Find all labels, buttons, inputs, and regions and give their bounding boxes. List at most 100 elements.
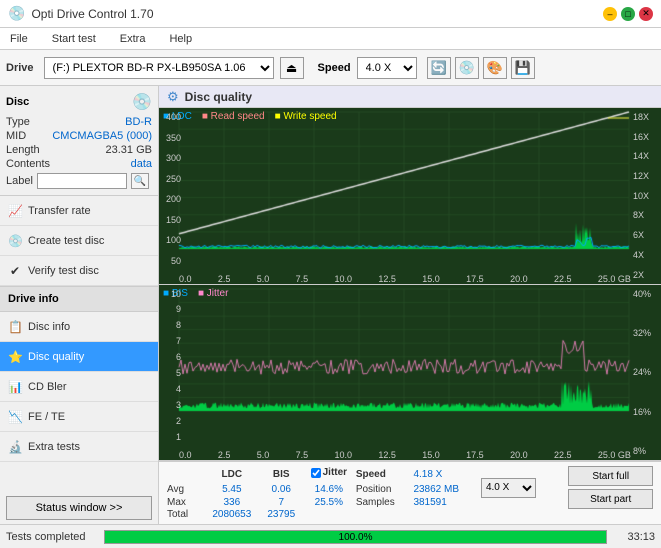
chart2-y-right: 40%32%24%16%8% [631, 285, 661, 461]
start-part-button[interactable]: Start part [568, 489, 653, 509]
content-area: ⚙ Disc quality ■ LDC ■ Read speed ■ Writ… [159, 86, 661, 524]
disc-section-label: Disc [6, 96, 29, 108]
refresh-button[interactable]: 🔄 [427, 57, 451, 79]
nav-disc-info[interactable]: 📋 Disc info [0, 312, 158, 342]
time-display: 33:13 [615, 531, 655, 543]
disc-header: Disc 💿 [6, 92, 152, 112]
drive-select[interactable]: (F:) PLEXTOR BD-R PX-LB950SA 1.06 [44, 57, 274, 79]
jitter-max: 25.5% [302, 496, 356, 509]
extra-tests-icon: 🔬 [8, 440, 22, 454]
status-text: Tests completed [6, 531, 96, 543]
main-layout: Disc 💿 Type BD-R MID CMCMAGBA5 (000) Len… [0, 86, 661, 524]
drive-info-header: Drive info [0, 286, 158, 312]
disc-type-row: Type BD-R [6, 116, 152, 128]
close-button[interactable]: ✕ [639, 7, 653, 21]
nav-create-test-disc[interactable]: 💿 Create test disc [0, 226, 158, 256]
write-legend: ■ Write speed [275, 111, 337, 122]
nav-fe-te[interactable]: 📉 FE / TE [0, 402, 158, 432]
drivebar: Drive (F:) PLEXTOR BD-R PX-LB950SA 1.06 … [0, 50, 661, 86]
nav-cd-bler[interactable]: 📊 CD Bler [0, 372, 158, 402]
total-label: Total [167, 509, 203, 520]
save-button[interactable]: 💾 [511, 57, 535, 79]
nav-extra-tests[interactable]: 🔬 Extra tests [0, 432, 158, 462]
nav-create-test-disc-label: Create test disc [28, 235, 104, 247]
menubar: File Start test Extra Help [0, 28, 661, 50]
disc-info-button[interactable]: 💿 [455, 57, 479, 79]
disc-type-val: BD-R [125, 116, 152, 128]
bis-avg: 0.06 [261, 482, 302, 495]
speed-label: Speed [318, 62, 351, 74]
chart2-y-left: 10987654321 [159, 285, 181, 447]
ldc-max: 336 [203, 496, 261, 509]
nav-cd-bler-label: CD Bler [28, 381, 67, 393]
nav-transfer-rate-label: Transfer rate [28, 205, 91, 217]
minimize-button[interactable]: – [603, 7, 617, 21]
samples-val: 381591 [413, 496, 481, 509]
create-test-disc-icon: 💿 [8, 234, 22, 248]
nav-disc-quality[interactable]: ⭐ Disc quality [0, 342, 158, 372]
titlebar-left: 💿 Opti Drive Control 1.70 [8, 5, 154, 22]
drive-icon-group: 🔄 💿 🎨 💾 [427, 57, 535, 79]
nav-fe-te-label: FE / TE [28, 411, 65, 423]
verify-test-disc-icon: ✔ [8, 264, 22, 278]
disc-length-row: Length 23.31 GB [6, 144, 152, 156]
eject-button[interactable]: ⏏ [280, 57, 304, 79]
speed-select[interactable]: 4.0 X [357, 57, 417, 79]
charts-area: ■ LDC ■ Read speed ■ Write speed 18X16X1… [159, 108, 661, 461]
disc-label-key: Label [6, 175, 33, 187]
nav-disc-quality-label: Disc quality [28, 351, 84, 363]
disc-label-input[interactable] [37, 173, 127, 189]
titlebar: 💿 Opti Drive Control 1.70 – □ ✕ [0, 0, 661, 28]
quality-header: ⚙ Disc quality [159, 86, 661, 108]
bis-total: 23795 [261, 509, 302, 520]
menu-starttest[interactable]: Start test [46, 31, 102, 47]
jitter-avg: 14.6% [302, 482, 356, 495]
drive-info-label: Drive info [8, 293, 59, 305]
menu-extra[interactable]: Extra [114, 31, 152, 47]
jitter-col-header: Jitter [302, 466, 356, 482]
nav-disc-info-label: Disc info [28, 321, 70, 333]
window-controls: – □ ✕ [603, 7, 653, 21]
progress-label: 100.0% [339, 531, 373, 545]
disc-length-val: 23.31 GB [106, 144, 152, 156]
chart1-y-left: 40035030025020015010050 [159, 108, 181, 270]
disc-contents-val: data [131, 158, 152, 170]
disc-contents-key: Contents [6, 158, 50, 170]
jitter-checkbox[interactable] [311, 468, 321, 478]
bis-col-header: BIS [261, 466, 302, 482]
sidebar: Disc 💿 Type BD-R MID CMCMAGBA5 (000) Len… [0, 86, 159, 524]
speed-select-stats[interactable]: 4.0 X [481, 478, 536, 498]
nav-verify-test-disc[interactable]: ✔ Verify test disc [0, 256, 158, 286]
start-full-button[interactable]: Start full [568, 466, 653, 486]
disc-mid-key: MID [6, 130, 26, 142]
ldc-total: 2080653 [203, 509, 261, 520]
disc-contents-row: Contents data [6, 158, 152, 170]
speed-col-header: Speed [356, 466, 414, 482]
chart1-x-axis: 0.02.55.07.510.012.515.017.520.022.525.0… [179, 274, 631, 284]
bis-chart: ■ BIS ■ Jitter 40%32%24%16%8% 0.02.55.07… [159, 285, 661, 462]
disc-mid-row: MID CMCMAGBA5 (000) [6, 130, 152, 142]
disc-panel: Disc 💿 Type BD-R MID CMCMAGBA5 (000) Len… [0, 86, 158, 196]
disc-quality-icon: ⭐ [8, 350, 22, 364]
disc-mid-val: CMCMAGBA5 (000) [52, 130, 152, 142]
quality-title: Disc quality [185, 90, 252, 104]
transfer-rate-icon: 📈 [8, 204, 22, 218]
jitter-legend: ■ Jitter [198, 288, 229, 299]
ldc-avg: 5.45 [203, 482, 261, 495]
maximize-button[interactable]: □ [621, 7, 635, 21]
ldc-chart: ■ LDC ■ Read speed ■ Write speed 18X16X1… [159, 108, 661, 285]
bis-max: 7 [261, 496, 302, 509]
menu-help[interactable]: Help [163, 31, 198, 47]
label-edit-button[interactable]: 🔍 [131, 173, 149, 189]
settings-button[interactable]: 🎨 [483, 57, 507, 79]
status-window-button[interactable]: Status window >> [6, 496, 152, 520]
menu-file[interactable]: File [4, 31, 34, 47]
chart1-y-right: 18X16X14X12X10X8X6X4X2X [631, 108, 661, 284]
speed-val: 4.18 X [413, 466, 481, 482]
nav-transfer-rate[interactable]: 📈 Transfer rate [0, 196, 158, 226]
ldc-col-header: LDC [203, 466, 261, 482]
drive-label: Drive [6, 62, 34, 74]
nav-items: 📈 Transfer rate 💿 Create test disc ✔ Ver… [0, 196, 158, 492]
nav-extra-tests-label: Extra tests [28, 441, 80, 453]
app-icon: 💿 [8, 5, 25, 22]
